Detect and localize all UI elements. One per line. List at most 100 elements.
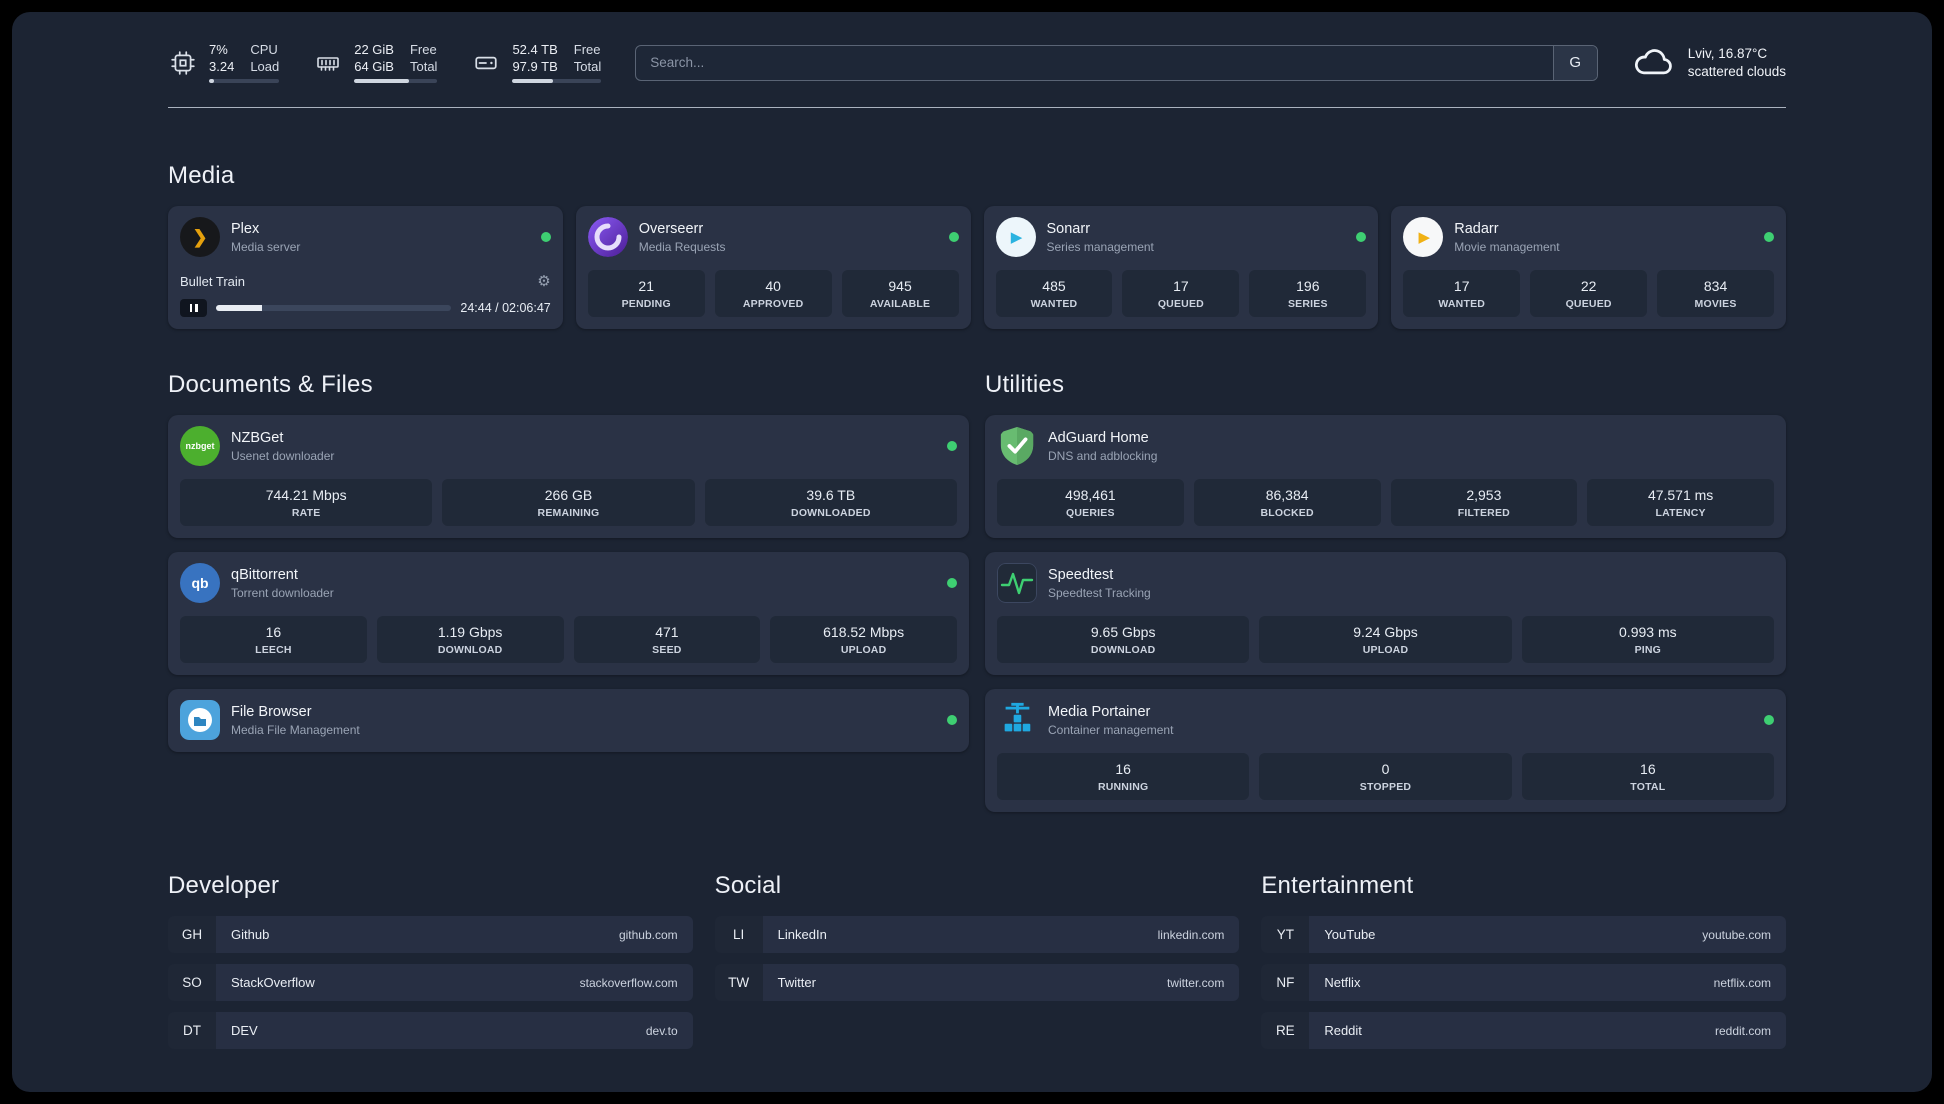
status-dot bbox=[1356, 232, 1367, 242]
stat-value: 17 bbox=[1173, 278, 1189, 294]
section-title-media: Media bbox=[168, 162, 235, 189]
search-bar: G bbox=[635, 44, 1598, 81]
stat-value: 498,461 bbox=[1065, 487, 1116, 503]
disk-free-value: 52.4 TB bbox=[512, 42, 558, 57]
plex-icon: ❯ bbox=[180, 217, 220, 257]
stat-label: QUEUED bbox=[1157, 298, 1204, 310]
ram-widget: 22 GiB Free 64 GiB Total bbox=[313, 42, 438, 83]
disk-widget: 52.4 TB Free 97.9 TB Total bbox=[471, 42, 602, 83]
overseerr-app-link[interactable]: Overseerr Media Requests bbox=[587, 217, 959, 257]
stat-value: 16 bbox=[265, 624, 282, 640]
bookmark-linkedin[interactable]: LI LinkedIn linkedin.com bbox=[714, 916, 1240, 953]
nzbget-app-link[interactable]: nzbget NZBGet Usenet downloader bbox=[180, 426, 957, 466]
stat-value: 16 bbox=[1115, 761, 1131, 777]
stat-box: 0 STOPPED bbox=[1259, 753, 1512, 800]
stat-label: DOWNLOADED bbox=[791, 507, 871, 519]
stat-label: STOPPED bbox=[1359, 781, 1412, 793]
radarr-icon: ▶ bbox=[1403, 217, 1444, 257]
bookmark-netflix[interactable]: NF Netflix netflix.com bbox=[1261, 964, 1786, 1001]
stat-label: FILTERED bbox=[1457, 507, 1510, 519]
weather-widget[interactable]: Lviv, 16.87°C scattered clouds bbox=[1632, 44, 1786, 81]
adguard-icon bbox=[997, 426, 1037, 466]
bookmark-abbr: DT bbox=[168, 1012, 216, 1049]
app-subtitle: DNS and adblocking bbox=[1048, 448, 1158, 463]
stat-value: 16 bbox=[1640, 761, 1656, 777]
app-name: Media Portainer bbox=[1048, 703, 1151, 720]
app-card-adguard: AdGuard Home DNS and adblocking 498,461 … bbox=[985, 415, 1786, 538]
topbar: 7% CPU 3.24 Load 22 GiB Free 64 GiB Tota… bbox=[168, 42, 1786, 83]
app-name: Overseerr bbox=[638, 220, 704, 237]
stat-label: RATE bbox=[291, 507, 321, 519]
stat-box: 266 GB REMAINING bbox=[442, 479, 695, 526]
bookmark-name: YouTube bbox=[1324, 927, 1376, 942]
stat-label: UPLOAD bbox=[1362, 644, 1409, 656]
bookmark-twitter[interactable]: TW Twitter twitter.com bbox=[714, 964, 1240, 1001]
cpu-progress-bar bbox=[209, 79, 280, 83]
stat-value: 834 bbox=[1703, 278, 1728, 294]
stat-value: 2,953 bbox=[1466, 487, 1502, 503]
plex-app-link[interactable]: ❯ Plex Media server bbox=[180, 217, 551, 257]
gear-icon[interactable]: ⚙ bbox=[537, 272, 550, 290]
stat-box: 834 MOVIES bbox=[1657, 270, 1775, 317]
playback-progress-fill bbox=[216, 305, 262, 311]
stat-box: 498,461 QUERIES bbox=[997, 479, 1184, 526]
bookmark-abbr: TW bbox=[714, 964, 763, 1001]
bookmark-reddit[interactable]: RE Reddit reddit.com bbox=[1261, 1012, 1786, 1049]
radarr-app-link[interactable]: ▶ Radarr Movie management bbox=[1403, 217, 1774, 257]
search-engine-button[interactable]: G bbox=[1552, 45, 1597, 80]
stat-box: 744.21 Mbps RATE bbox=[180, 479, 433, 526]
stat-value: 266 GB bbox=[544, 487, 593, 503]
app-card-portainer: Media Portainer Container management 16 … bbox=[985, 689, 1786, 812]
stat-label: RUNNING bbox=[1097, 781, 1149, 793]
stat-value: 17 bbox=[1453, 278, 1470, 294]
stat-box: 16 TOTAL bbox=[1521, 753, 1774, 800]
filebrowser-app-link[interactable]: File Browser Media File Management bbox=[180, 700, 957, 740]
adguard-app-link[interactable]: AdGuard Home DNS and adblocking bbox=[997, 426, 1774, 466]
portainer-app-link[interactable]: Media Portainer Container management bbox=[997, 700, 1774, 740]
dashboard: 7% CPU 3.24 Load 22 GiB Free 64 GiB Tota… bbox=[12, 12, 1932, 1092]
weather-location: Lviv, 16.87°C bbox=[1687, 45, 1768, 61]
stat-label: BLOCKED bbox=[1260, 507, 1314, 519]
app-subtitle: Media File Management bbox=[231, 722, 360, 737]
stat-value: 1.19 Gbps bbox=[437, 624, 503, 640]
disk-progress-fill bbox=[512, 79, 554, 83]
stat-box: 0.993 ms PING bbox=[1521, 616, 1774, 663]
bookmark-dev[interactable]: DT DEV dev.to bbox=[168, 1012, 693, 1049]
stat-value: 40 bbox=[765, 278, 781, 294]
pause-button[interactable] bbox=[180, 299, 207, 317]
bookmark-name: Netflix bbox=[1324, 975, 1361, 990]
stat-box: 16 LEECH bbox=[180, 616, 367, 663]
playback-time: 24:44 / 02:06:47 bbox=[460, 301, 551, 315]
ram-free-label: Free bbox=[409, 42, 437, 57]
stat-box: 17 WANTED bbox=[1403, 270, 1521, 317]
app-subtitle: Speedtest Tracking bbox=[1048, 585, 1151, 600]
speedtest-app-link[interactable]: Speedtest Speedtest Tracking bbox=[997, 563, 1774, 603]
bookmark-group-entertainment: Entertainment YT YouTube youtube.com NF … bbox=[1261, 872, 1786, 1060]
ram-progress-bar bbox=[354, 79, 438, 83]
bookmark-youtube[interactable]: YT YouTube youtube.com bbox=[1261, 916, 1786, 953]
bookmark-group-developer: Developer GH Github github.com SO StackO… bbox=[168, 872, 693, 1060]
section-title-social: Social bbox=[714, 872, 782, 899]
filebrowser-icon bbox=[180, 700, 220, 740]
qbittorrent-glyph: qb bbox=[191, 575, 209, 591]
stat-label: AVAILABLE bbox=[869, 298, 931, 310]
disk-total-label: Total bbox=[573, 59, 602, 74]
search-input[interactable] bbox=[636, 45, 1553, 80]
bookmark-stackoverflow[interactable]: SO StackOverflow stackoverflow.com bbox=[168, 964, 693, 1001]
stat-box: 9.24 Gbps UPLOAD bbox=[1259, 616, 1512, 663]
bookmark-url: reddit.com bbox=[1714, 1023, 1771, 1038]
nzbget-icon: nzbget bbox=[180, 426, 220, 466]
stat-box: 9.65 Gbps DOWNLOAD bbox=[997, 616, 1250, 663]
stat-box: 40 APPROVED bbox=[714, 270, 832, 317]
sonarr-app-link[interactable]: ▶ Sonarr Series management bbox=[995, 217, 1367, 257]
bookmark-github[interactable]: GH Github github.com bbox=[168, 916, 693, 953]
qbittorrent-app-link[interactable]: qb qBittorrent Torrent downloader bbox=[180, 563, 957, 603]
sonarr-glyph: ▶ bbox=[1010, 229, 1023, 246]
playback-progress-bar[interactable] bbox=[216, 305, 452, 311]
radarr-glyph: ▶ bbox=[1418, 229, 1431, 246]
stat-box: 1.19 Gbps DOWNLOAD bbox=[376, 616, 564, 663]
bookmark-name: DEV bbox=[231, 1023, 258, 1038]
disk-progress-bar bbox=[512, 79, 602, 83]
disk-icon bbox=[471, 48, 501, 78]
bookmark-name: Github bbox=[231, 927, 270, 942]
